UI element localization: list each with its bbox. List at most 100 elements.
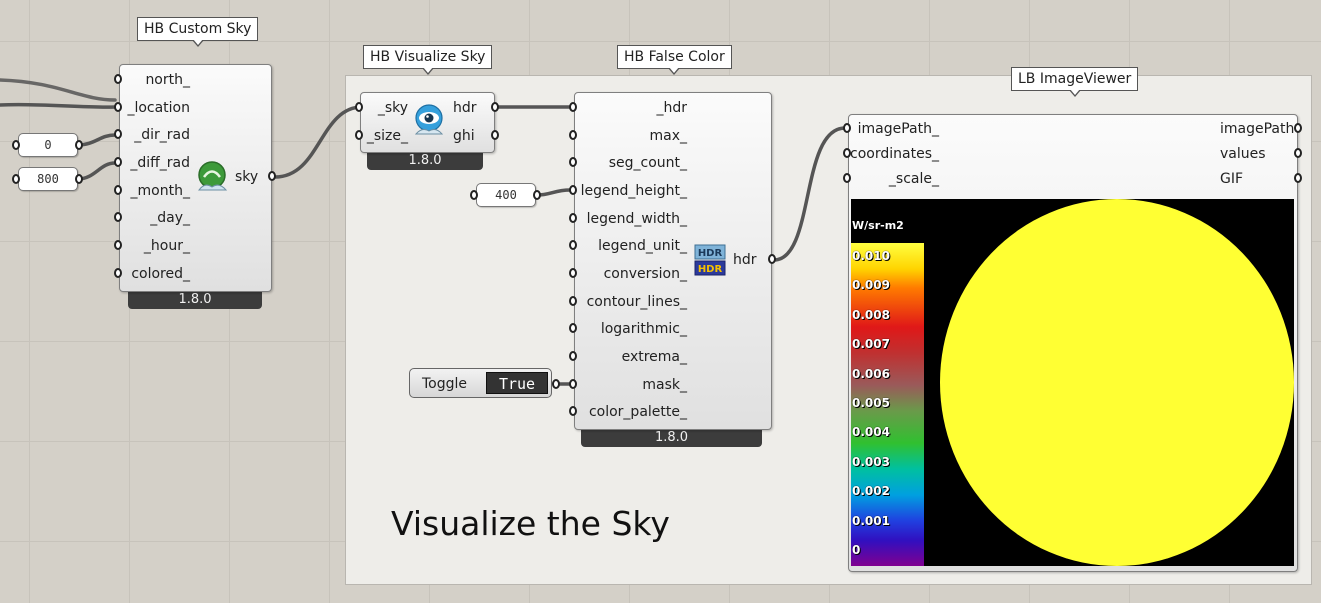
input-legend-unit[interactable]: legend_unit_ <box>575 236 687 256</box>
visualize-sky-tag: HB Visualize Sky <box>363 45 493 75</box>
output-values[interactable]: values <box>1220 144 1266 164</box>
legend-tick: 0.005 <box>852 396 890 410</box>
input-port-day[interactable] <box>114 212 122 222</box>
input-month[interactable]: _month_ <box>120 181 190 201</box>
output-hdr[interactable]: hdr <box>453 98 477 118</box>
input-scale[interactable]: _scale_ <box>849 169 939 189</box>
output-false-color-hdr[interactable]: hdr <box>733 250 757 270</box>
input-port-colored[interactable] <box>114 268 122 278</box>
image-viewer-tag: LB ImageViewer <box>1011 67 1139 97</box>
dir-rad-param[interactable]: 0 <box>18 133 78 157</box>
input-port-mask[interactable] <box>569 379 577 389</box>
input-seg-count[interactable]: seg_count_ <box>575 153 687 173</box>
input-port-hdr[interactable] <box>569 102 577 112</box>
input-port-legend-height[interactable] <box>569 185 577 195</box>
legend-tick: 0.003 <box>852 455 890 469</box>
legend-tick: 0.009 <box>852 278 890 292</box>
legend-tick: 0.008 <box>852 308 890 322</box>
input-conversion[interactable]: conversion_ <box>575 264 687 284</box>
input-port-coordinates[interactable] <box>843 148 851 158</box>
input-hour[interactable]: _hour_ <box>120 236 190 256</box>
input-port-image-path[interactable] <box>843 123 851 133</box>
toggle-label: Toggle <box>422 376 468 392</box>
input-location[interactable]: _location <box>120 98 190 118</box>
custom-sky-icon <box>197 161 228 191</box>
input-legend-height[interactable]: legend_height_ <box>575 181 687 201</box>
input-port-conversion[interactable] <box>569 268 577 278</box>
input-dir-rad[interactable]: _dir_rad <box>120 125 190 145</box>
output-port-values[interactable] <box>1294 148 1302 158</box>
legend-height-param-out-port[interactable] <box>533 190 541 200</box>
legend-tick: 0 <box>852 543 861 557</box>
input-logarithmic[interactable]: logarithmic_ <box>575 319 687 339</box>
input-port-hour[interactable] <box>114 240 122 250</box>
diff-rad-param[interactable]: 800 <box>18 167 78 191</box>
legend-tick: 0.006 <box>852 367 890 381</box>
output-image-path[interactable]: imagePath <box>1220 119 1294 139</box>
hdr-icon-top-text: HDR <box>698 248 723 259</box>
eye-icon <box>414 104 444 135</box>
input-size[interactable]: _size_ <box>361 126 408 146</box>
input-port-scale[interactable] <box>843 173 851 183</box>
input-port-max[interactable] <box>569 130 577 140</box>
input-port-color-palette[interactable] <box>569 406 577 416</box>
diff-rad-param-in-port[interactable] <box>12 174 20 184</box>
toggle-component[interactable]: Toggle True <box>409 368 552 398</box>
input-hdr[interactable]: _hdr <box>575 98 687 118</box>
wire-location-in <box>0 102 117 109</box>
input-port-sky[interactable] <box>355 102 363 112</box>
output-port-sky[interactable] <box>268 171 276 181</box>
input-day[interactable]: _day_ <box>120 208 190 228</box>
input-port-diff-rad[interactable] <box>114 157 122 167</box>
output-port-gif[interactable] <box>1294 173 1302 183</box>
input-legend-width[interactable]: legend_width_ <box>575 209 687 229</box>
output-sky[interactable]: sky <box>235 167 258 187</box>
sky-dome-disc <box>940 199 1294 566</box>
input-coordinates[interactable]: coordinates_ <box>849 144 939 164</box>
hdr-icon-bottom-text: HDR <box>698 264 723 275</box>
wire-dir-rad <box>76 133 117 147</box>
input-port-north[interactable] <box>114 74 122 84</box>
input-diff-rad[interactable]: _diff_rad <box>120 153 190 173</box>
output-gif[interactable]: GIF <box>1220 169 1243 189</box>
group-title: Visualize the Sky <box>391 504 670 543</box>
input-north[interactable]: north_ <box>120 70 190 90</box>
input-port-contour-lines[interactable] <box>569 296 577 306</box>
false-color-component[interactable]: _hdr max_ seg_count_ legend_height_ lege… <box>574 92 772 430</box>
output-port-image-path[interactable] <box>1294 123 1302 133</box>
output-port-hdr[interactable] <box>491 102 499 112</box>
output-port-false-color-hdr[interactable] <box>768 254 776 264</box>
input-port-legend-unit[interactable] <box>569 240 577 250</box>
input-port-dir-rad[interactable] <box>114 129 122 139</box>
input-port-month[interactable] <box>114 185 122 195</box>
wire-diff-rad <box>76 161 117 181</box>
input-port-location[interactable] <box>114 102 122 112</box>
input-extrema[interactable]: extrema_ <box>575 347 687 367</box>
output-port-ghi[interactable] <box>491 130 499 140</box>
sky-image-preview[interactable]: W/sr-m2 0.010 0.009 0.008 0.007 0.006 0.… <box>851 199 1294 566</box>
dir-rad-param-out-port[interactable] <box>75 140 83 150</box>
input-port-size[interactable] <box>355 130 363 140</box>
input-colored[interactable]: colored_ <box>120 264 190 284</box>
input-port-logarithmic[interactable] <box>569 323 577 333</box>
input-contour-lines[interactable]: contour_lines_ <box>575 292 687 312</box>
false-color-tag: HB False Color <box>617 45 732 75</box>
input-color-palette[interactable]: color_palette_ <box>575 402 687 422</box>
dir-rad-param-in-port[interactable] <box>12 140 20 150</box>
diff-rad-param-out-port[interactable] <box>75 174 83 184</box>
toggle-value[interactable]: True <box>486 372 548 394</box>
input-mask[interactable]: mask_ <box>575 375 687 395</box>
output-ghi[interactable]: ghi <box>453 126 475 146</box>
legend-tick: 0.001 <box>852 514 890 528</box>
toggle-out-port[interactable] <box>552 379 560 389</box>
input-image-path[interactable]: imagePath_ <box>849 119 939 139</box>
legend-tick: 0.004 <box>852 425 890 439</box>
input-max[interactable]: max_ <box>575 126 687 146</box>
visualize-sky-version: 1.8.0 <box>367 151 483 170</box>
input-port-seg-count[interactable] <box>569 157 577 167</box>
legend-height-param-in-port[interactable] <box>470 190 478 200</box>
input-port-legend-width[interactable] <box>569 213 577 223</box>
input-sky[interactable]: _sky <box>361 98 408 118</box>
legend-height-param[interactable]: 400 <box>476 183 536 207</box>
input-port-extrema[interactable] <box>569 351 577 361</box>
